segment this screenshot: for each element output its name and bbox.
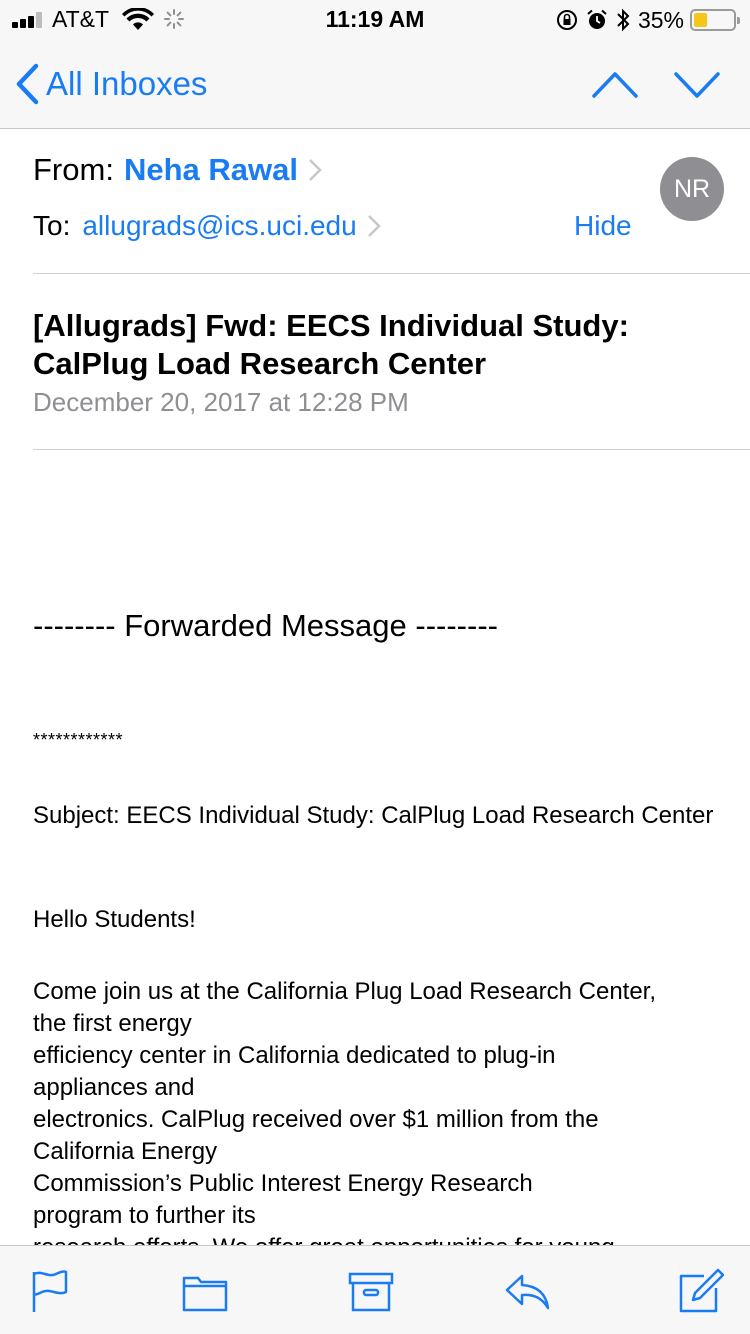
paragraph-line: Commission’s Public Interest Energy Rese…	[33, 1170, 533, 1197]
email-subject: [Allugrads] Fwd: EECS Individual Study: …	[33, 308, 629, 381]
forwarded-header: -------- Forwarded Message --------	[33, 608, 498, 643]
paragraph-line: electronics. CalPlug received over $1 mi…	[33, 1106, 599, 1133]
forwarded-subject: Subject: EECS Individual Study: CalPlug …	[33, 802, 714, 829]
compose-icon[interactable]	[678, 1268, 724, 1314]
previous-message-button[interactable]	[590, 64, 640, 104]
paragraph-line: research efforts. We offer great opportu…	[33, 1232, 723, 1245]
chevron-right-icon	[309, 159, 322, 181]
from-label: From:	[33, 152, 114, 187]
paragraph-line: efficiency center in California dedicate…	[33, 1042, 556, 1069]
paragraph-line: the first energy	[33, 1010, 192, 1037]
message-body: -------- Forwarded Message -------- ****…	[0, 450, 750, 1245]
archive-icon[interactable]	[348, 1268, 394, 1314]
alarm-icon	[587, 9, 607, 29]
status-right-group: 35%	[556, 6, 740, 34]
recipient-address[interactable]: allugrads@ics.uci.edu	[82, 210, 356, 242]
chevron-right-icon	[367, 215, 381, 237]
email-date: December 20, 2017 at 12:28 PM	[33, 387, 409, 417]
paragraph-line: appliances and	[33, 1074, 195, 1101]
folder-icon[interactable]	[182, 1268, 228, 1314]
avatar[interactable]: NR	[660, 157, 724, 221]
status-bar: AT&T 11:19 AM 35%	[0, 0, 750, 40]
back-button[interactable]: All Inboxes	[14, 62, 207, 106]
bluetooth-icon	[617, 8, 630, 32]
reply-icon[interactable]	[504, 1268, 550, 1314]
greeting: Hello Students!	[33, 906, 196, 933]
to-row: To: allugrads@ics.uci.edu	[33, 210, 381, 242]
hide-details-button[interactable]: Hide	[574, 210, 632, 242]
top-bar: AT&T 11:19 AM 35% All Inboxes	[0, 0, 750, 129]
back-label: All Inboxes	[46, 65, 208, 102]
paragraph-line: program to further its	[33, 1202, 256, 1229]
battery-icon	[690, 9, 740, 31]
separator-stars: ************	[33, 730, 124, 750]
to-label: To:	[33, 210, 71, 241]
battery-fill	[694, 13, 707, 27]
rotation-lock-icon	[556, 10, 577, 30]
chevron-down-icon	[674, 72, 720, 98]
body-paragraph: Come join us at the California Plug Load…	[33, 976, 723, 1245]
paragraph-line: Come join us at the California Plug Load…	[33, 978, 657, 1005]
flag-icon[interactable]	[28, 1268, 74, 1314]
sender-name[interactable]: Neha Rawal	[124, 152, 298, 188]
bottom-toolbar	[0, 1245, 750, 1334]
divider	[33, 273, 750, 274]
paragraph-line: California Energy	[33, 1138, 218, 1165]
nav-bar: All Inboxes	[0, 40, 750, 129]
next-message-button[interactable]	[672, 64, 722, 104]
chevron-left-icon	[16, 63, 39, 105]
battery-percent: 35%	[637, 6, 684, 33]
chevron-up-icon	[592, 72, 638, 98]
from-row: From: Neha Rawal	[33, 152, 322, 188]
